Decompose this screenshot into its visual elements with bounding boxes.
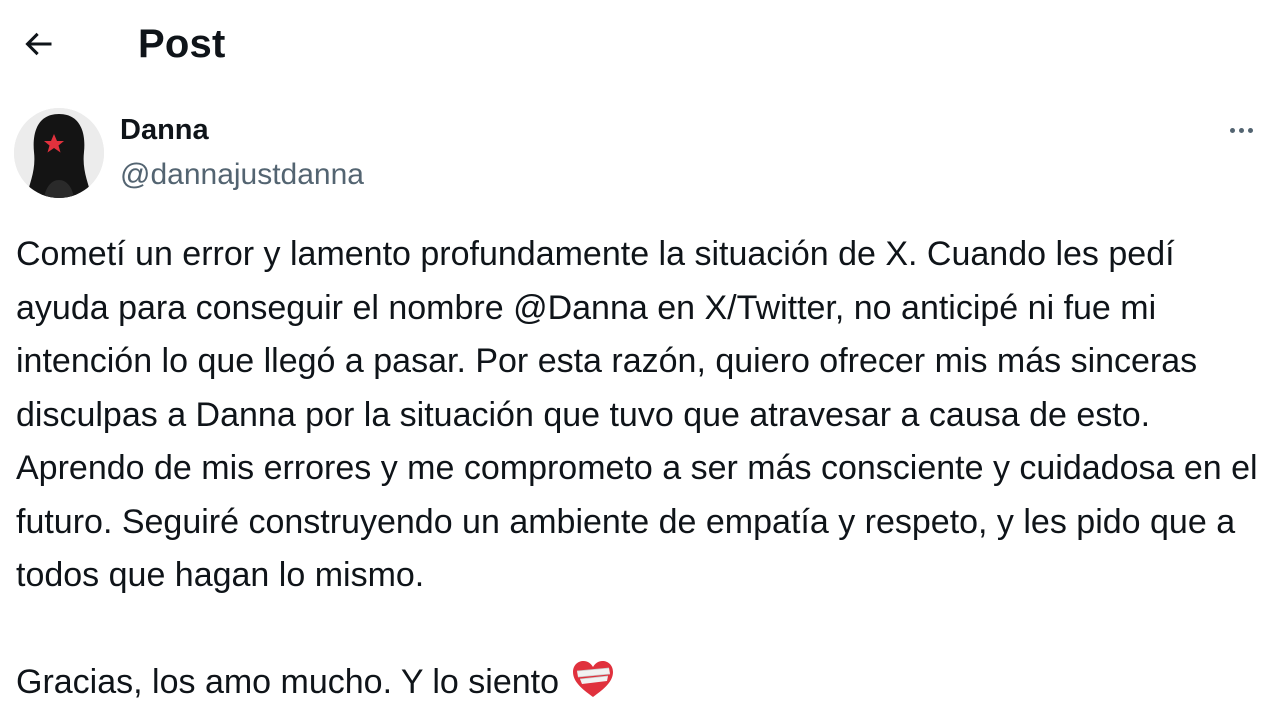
back-button[interactable] — [14, 20, 62, 68]
post-paragraph-2-container: Gracias, los amo mucho. Y lo siento — [16, 656, 1268, 710]
author-row: Danna @dannajustdanna — [14, 106, 1266, 202]
more-horizontal-icon — [1229, 127, 1235, 133]
mending-heart-emoji — [573, 661, 614, 697]
avatar-image — [14, 108, 104, 198]
avatar[interactable] — [14, 108, 104, 198]
post-body: Cometí un error y lamento profundamente … — [16, 228, 1268, 710]
more-horizontal-icon-dot-2 — [1238, 127, 1244, 133]
more-options-button[interactable] — [1216, 112, 1266, 148]
post-paragraph-2: Gracias, los amo mucho. Y lo siento — [16, 663, 560, 701]
post-paragraph-1: Cometí un error y lamento profundamente … — [16, 235, 1258, 594]
author-handle[interactable]: @dannajustdanna — [120, 156, 364, 194]
page-title: Post — [138, 22, 226, 66]
post-page: Post Danna @dannajustdanna Cometí un err… — [0, 0, 1280, 714]
more-horizontal-icon-dot-3 — [1247, 127, 1253, 133]
top-bar: Post — [0, 0, 1280, 90]
author-display-name[interactable]: Danna — [120, 112, 209, 148]
arrow-left-icon — [25, 32, 52, 56]
